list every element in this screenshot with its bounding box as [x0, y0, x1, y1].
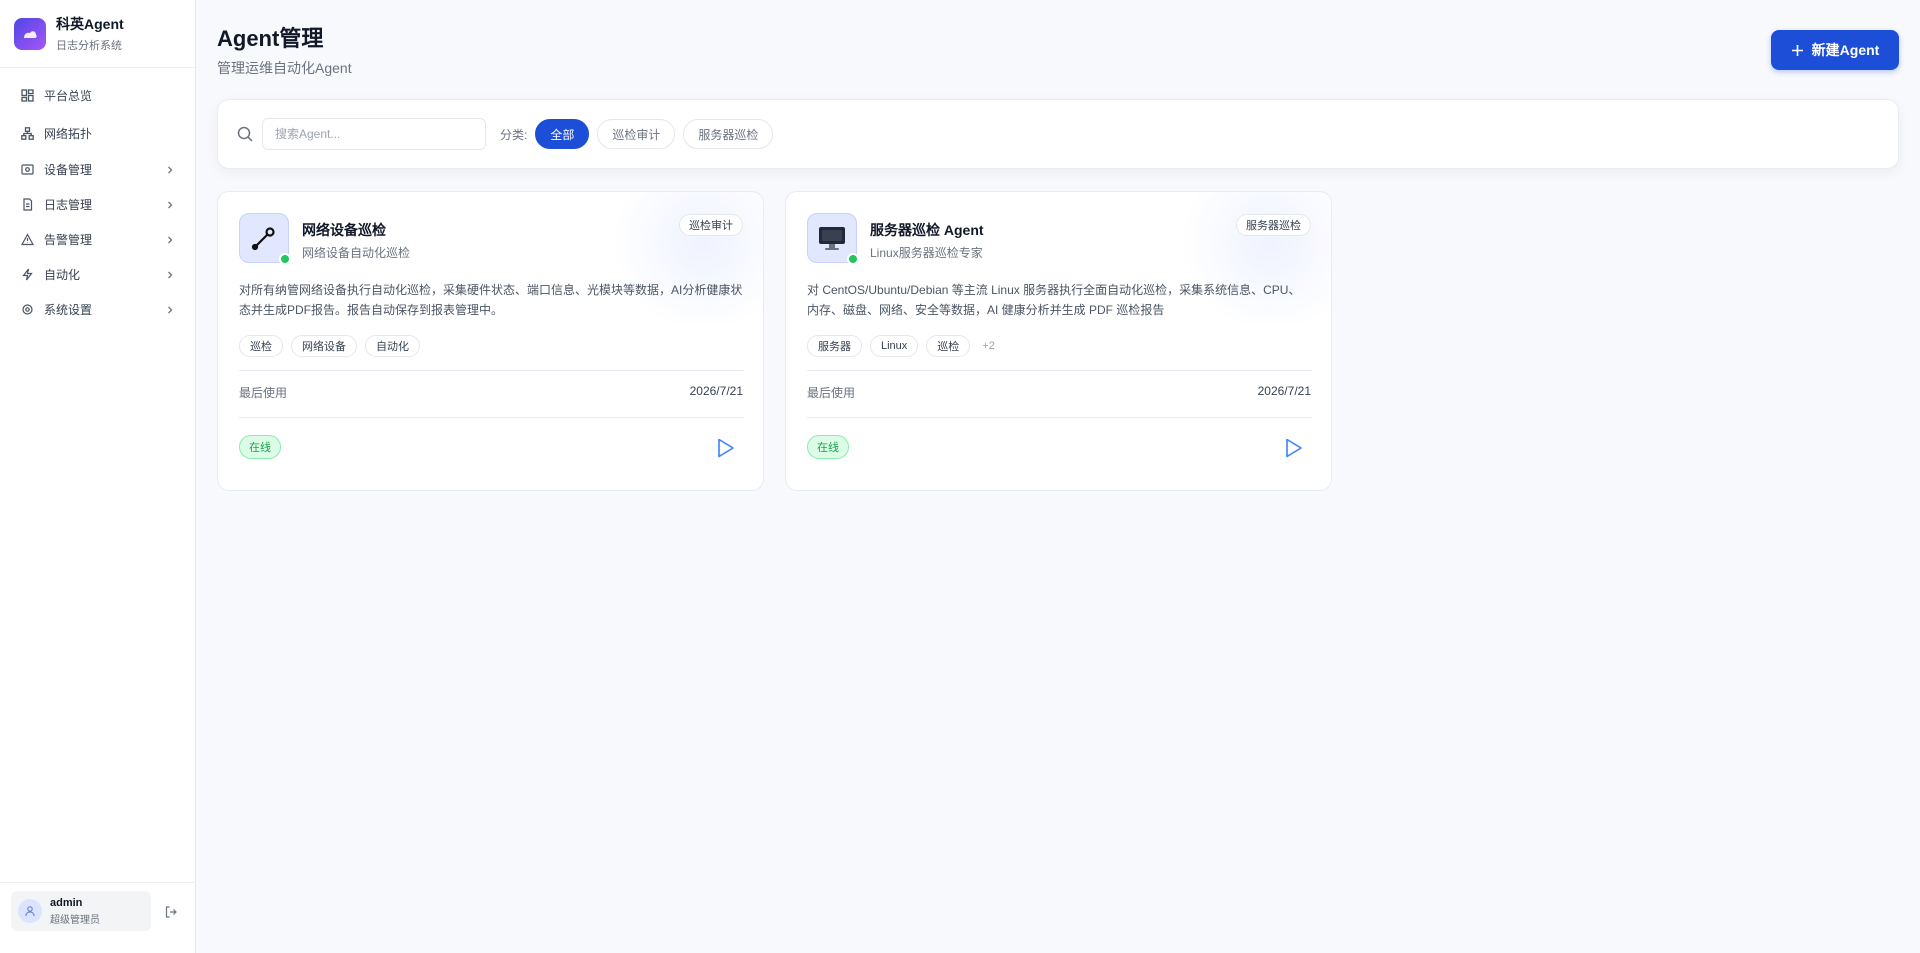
card-divider — [807, 370, 1312, 371]
brand-title: 科英Agent — [56, 16, 124, 32]
sidebar-item-label: 网络拓扑 — [44, 126, 93, 141]
avatar — [18, 899, 42, 923]
tag: 自动化 — [365, 335, 420, 357]
tag: 服务器 — [807, 335, 862, 357]
online-status-dot — [847, 253, 859, 265]
chevron-right-icon — [168, 166, 173, 173]
card-description: 对所有纳管网络设备执行自动化巡检，采集硬件状态、端口信息、光模块等数据，AI分析… — [239, 283, 743, 317]
agent-card[interactable]: 服务器巡检 Agent Linux服务器巡检专家 服务器巡检 对 CentOS/… — [785, 191, 1332, 491]
sidebar-item-overview[interactable]: 平台总览 — [0, 76, 195, 114]
brand[interactable]: 科英Agent 日志分析系统 — [0, 0, 195, 68]
category-badge: 巡检审计 — [679, 214, 743, 236]
brand-logo-icon — [14, 17, 46, 50]
tag: 巡检 — [239, 335, 283, 357]
tag: 巡检 — [926, 335, 971, 357]
topology-icon — [20, 126, 34, 140]
card-title: 网络设备巡检 — [302, 222, 386, 238]
card-subtitle: Linux服务器巡检专家 — [870, 246, 983, 260]
search-icon — [237, 126, 253, 142]
tag-list: 服务器 Linux 巡检 +2 — [807, 335, 995, 357]
tag: 网络设备 — [291, 335, 357, 357]
card-divider — [239, 370, 744, 371]
more-tags-count: +2 — [982, 340, 995, 352]
warning-icon — [20, 233, 34, 247]
online-status-dot — [279, 253, 291, 265]
sidebar-item-label: 日志管理 — [44, 198, 93, 212]
sidebar-item-devices[interactable]: 设备管理 — [0, 152, 195, 187]
chevron-right-icon — [168, 306, 173, 313]
play-icon[interactable] — [717, 438, 735, 458]
dashboard-icon — [20, 88, 34, 102]
user-role: 超级管理员 — [50, 914, 100, 926]
card-description: 对 CentOS/Ubuntu/Debian 等主流 Linux 服务器执行全面… — [807, 283, 1301, 317]
search-input[interactable] — [262, 118, 486, 150]
user-profile[interactable]: admin 超级管理员 — [11, 891, 151, 931]
last-used-value: 2026/7/21 — [689, 384, 743, 398]
sidebar: 科英Agent 日志分析系统 平台总览 网络拓扑 设备管理 日志管理 告警管理 … — [0, 0, 196, 953]
tag: Linux — [870, 335, 919, 357]
bolt-icon — [20, 268, 34, 282]
sidebar-divider — [0, 882, 196, 883]
sidebar-item-automation[interactable]: 自动化 — [0, 257, 195, 292]
sidebar-item-label: 告警管理 — [44, 233, 93, 247]
card-title: 服务器巡检 Agent — [870, 222, 984, 238]
document-icon — [20, 198, 34, 212]
sidebar-item-label: 平台总览 — [44, 88, 93, 103]
page-title: Agent管理 — [217, 26, 324, 51]
category-chip-audit[interactable]: 巡检审计 — [597, 119, 676, 149]
sidebar-item-alerts[interactable]: 告警管理 — [0, 222, 195, 257]
sidebar-item-label: 自动化 — [44, 268, 81, 282]
category-chip-all[interactable]: 全部 — [535, 119, 590, 149]
device-icon — [20, 163, 34, 177]
plus-icon — [1791, 44, 1803, 56]
card-divider — [807, 417, 1312, 418]
status-badge: 在线 — [807, 435, 849, 459]
user-name: admin — [50, 896, 83, 909]
logout-icon[interactable] — [164, 905, 178, 919]
last-used-label: 最后使用 — [239, 386, 288, 400]
card-divider — [239, 417, 744, 418]
sidebar-nav: 平台总览 网络拓扑 设备管理 日志管理 告警管理 自动化 系统设置 — [0, 68, 195, 327]
agent-card[interactable]: 网络设备巡检 网络设备自动化巡检 巡检审计 对所有纳管网络设备执行自动化巡检，采… — [217, 191, 764, 491]
category-chip-server[interactable]: 服务器巡检 — [683, 119, 774, 149]
category-label: 分类: — [500, 127, 528, 142]
sidebar-item-settings[interactable]: 系统设置 — [0, 292, 195, 327]
play-icon[interactable] — [1285, 438, 1303, 458]
last-used-value: 2026/7/21 — [1257, 384, 1311, 398]
chevron-right-icon — [168, 271, 173, 278]
filter-bar: 分类: 全部 巡检审计 服务器巡检 — [217, 99, 1899, 169]
gear-icon — [20, 303, 34, 317]
sidebar-item-topology[interactable]: 网络拓扑 — [0, 114, 195, 152]
chevron-right-icon — [168, 201, 173, 208]
sidebar-item-label: 系统设置 — [44, 303, 93, 317]
category-badge: 服务器巡检 — [1236, 214, 1311, 236]
tag-list: 巡检 网络设备 自动化 — [239, 335, 428, 357]
new-agent-button[interactable]: 新建Agent — [1771, 30, 1899, 70]
main-content: Agent管理 管理运维自动化Agent 新建Agent 分类: 全部 巡检审计… — [196, 0, 1920, 953]
brand-subtitle: 日志分析系统 — [56, 40, 122, 52]
sidebar-item-label: 设备管理 — [44, 163, 93, 177]
page-subtitle: 管理运维自动化Agent — [217, 60, 352, 76]
status-badge: 在线 — [239, 435, 281, 459]
chevron-right-icon — [168, 236, 173, 243]
last-used-label: 最后使用 — [807, 386, 856, 400]
new-agent-label: 新建Agent — [1811, 42, 1880, 58]
card-subtitle: 网络设备自动化巡检 — [302, 246, 411, 260]
sidebar-item-logs[interactable]: 日志管理 — [0, 187, 195, 222]
